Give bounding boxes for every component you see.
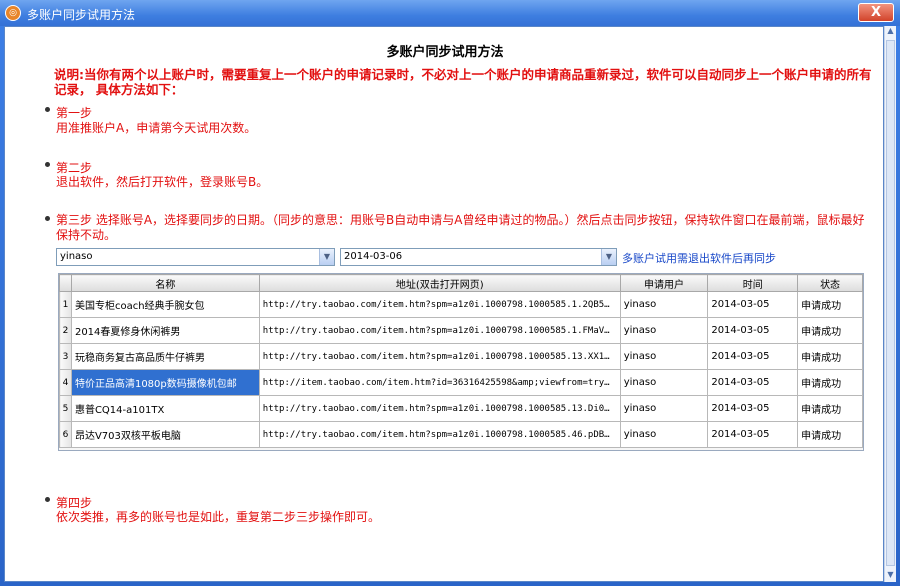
- cell-name[interactable]: 昂达V703双核平板电脑: [70, 421, 260, 448]
- row-number: 5: [59, 395, 72, 422]
- row-number: 6: [59, 421, 72, 448]
- account-select-value: yinaso: [60, 251, 93, 262]
- step-3-desc: 第三步 选择账号A，选择要同步的日期。（同步的意思：用账号B自动申请与A曾经申请…: [56, 213, 865, 242]
- app-icon[interactable]: ◎: [5, 5, 21, 21]
- cell-name[interactable]: 惠普CQ14-a101TX: [70, 395, 260, 422]
- cell-name[interactable]: 特价正品高清1080p数码摄像机包邮: [70, 369, 260, 396]
- cell-status[interactable]: 申请成功: [797, 317, 863, 344]
- chevron-down-icon[interactable]: ▼: [319, 249, 334, 265]
- row-number: 2: [59, 317, 72, 344]
- app-window: ◎ 多账户同步试用方法 X 多账户同步试用方法 说明:当你有两个以上账户时，需要…: [0, 0, 900, 586]
- cell-user[interactable]: yinaso: [619, 343, 709, 370]
- table-row[interactable]: 1 美国专柜coach经典手腕女包 http://try.taobao.com/…: [59, 291, 863, 318]
- step-2-bullet: [45, 162, 50, 167]
- cell-time[interactable]: 2014-03-05: [707, 343, 799, 370]
- scrollbar-thumb[interactable]: [886, 40, 895, 566]
- title-bar[interactable]: ◎ 多账户同步试用方法 X: [0, 0, 900, 26]
- cell-name[interactable]: 玩稳商务复古高品质牛仔裤男: [70, 343, 260, 370]
- cell-url[interactable]: http://try.taobao.com/item.htm?spm=a1z0i…: [258, 291, 621, 318]
- step-2-desc: 退出软件，然后打开软件，登录账号B。: [56, 175, 269, 189]
- scroll-down-icon[interactable]: ▼: [885, 570, 896, 582]
- row-number: 1: [59, 291, 72, 318]
- cell-user[interactable]: yinaso: [619, 317, 709, 344]
- step-4-bullet: [45, 497, 50, 502]
- cell-user[interactable]: yinaso: [619, 369, 709, 396]
- row-number: 3: [59, 343, 72, 370]
- row-number: 4: [59, 369, 72, 396]
- cell-time[interactable]: 2014-03-05: [707, 291, 799, 318]
- page-title: 多账户同步试用方法: [386, 45, 504, 60]
- records-grid[interactable]: 名称 地址(双击打开网页) 申请用户 时间 状态 1 美国专柜coach经典手腕…: [58, 273, 864, 451]
- cell-name[interactable]: 美国专柜coach经典手腕女包: [70, 291, 260, 318]
- date-select-value: 2014-03-06: [344, 251, 403, 262]
- cell-url[interactable]: http://try.taobao.com/item.htm?spm=a1z0i…: [258, 421, 621, 448]
- table-row-selected[interactable]: 4 特价正品高清1080p数码摄像机包邮 http://item.taobao.…: [59, 369, 863, 396]
- cell-user[interactable]: yinaso: [619, 291, 709, 318]
- cell-url[interactable]: http://try.taobao.com/item.htm?spm=a1z0i…: [258, 343, 621, 370]
- step-4-desc: 依次类推，再多的账号也是如此，重复第二步三步操作即可。: [56, 510, 381, 524]
- cell-status[interactable]: 申请成功: [797, 343, 863, 370]
- cell-time[interactable]: 2014-03-05: [707, 395, 799, 422]
- column-header-status[interactable]: 状态: [797, 274, 863, 292]
- cell-time[interactable]: 2014-03-05: [707, 421, 799, 448]
- cell-status[interactable]: 申请成功: [797, 369, 863, 396]
- notice-text: 说明:当你有两个以上账户时，需要重复上一个账户的申请记录时，不必对上一个账户的申…: [54, 67, 872, 97]
- column-header-time[interactable]: 时间: [707, 274, 799, 292]
- account-select[interactable]: yinaso ▼: [56, 248, 335, 266]
- cell-status[interactable]: 申请成功: [797, 421, 863, 448]
- vertical-scrollbar[interactable]: ▲ ▼: [884, 26, 896, 582]
- cell-name[interactable]: 2014春夏修身休闲裤男: [70, 317, 260, 344]
- table-row[interactable]: 6 昂达V703双核平板电脑 http://try.taobao.com/ite…: [59, 421, 863, 448]
- cell-time[interactable]: 2014-03-05: [707, 317, 799, 344]
- date-select[interactable]: 2014-03-06 ▼: [340, 248, 617, 266]
- column-header-url[interactable]: 地址(双击打开网页): [258, 274, 621, 292]
- scroll-up-icon[interactable]: ▲: [885, 26, 896, 38]
- step-1-title: 第一步: [56, 106, 93, 120]
- sync-link[interactable]: 多账户试用需退出软件后再同步: [622, 250, 776, 266]
- cell-url[interactable]: http://try.taobao.com/item.htm?spm=a1z0i…: [258, 317, 621, 344]
- step-1-desc: 用准推账户A，申请第今天试用次数。: [56, 121, 257, 135]
- grid-header-row: 名称 地址(双击打开网页) 申请用户 时间 状态: [59, 274, 863, 292]
- table-row[interactable]: 3 玩稳商务复古高品质牛仔裤男 http://try.taobao.com/it…: [59, 343, 863, 370]
- table-row[interactable]: 5 惠普CQ14-a101TX http://try.taobao.com/it…: [59, 395, 863, 422]
- window-title: 多账户同步试用方法: [27, 8, 136, 22]
- cell-user[interactable]: yinaso: [619, 395, 709, 422]
- step-3-bullet: [45, 216, 50, 221]
- column-header-name[interactable]: 名称: [70, 274, 260, 292]
- cell-time[interactable]: 2014-03-05: [707, 369, 799, 396]
- column-header-index[interactable]: [59, 274, 72, 292]
- cell-url[interactable]: http://try.taobao.com/item.htm?spm=a1z0i…: [258, 395, 621, 422]
- cell-user[interactable]: yinaso: [619, 421, 709, 448]
- content-area: 多账户同步试用方法 说明:当你有两个以上账户时，需要重复上一个账户的申请记录时，…: [4, 26, 884, 582]
- cell-url[interactable]: http://item.taobao.com/item.htm?id=36316…: [258, 369, 621, 396]
- step-1-bullet: [45, 107, 50, 112]
- cell-status[interactable]: 申请成功: [797, 291, 863, 318]
- table-row[interactable]: 2 2014春夏修身休闲裤男 http://try.taobao.com/ite…: [59, 317, 863, 344]
- step-4-title: 第四步: [56, 496, 93, 510]
- chevron-down-icon[interactable]: ▼: [601, 249, 616, 265]
- close-button[interactable]: X: [858, 3, 894, 22]
- cell-status[interactable]: 申请成功: [797, 395, 863, 422]
- column-header-user[interactable]: 申请用户: [619, 274, 709, 292]
- step-2-title: 第二步: [56, 161, 93, 175]
